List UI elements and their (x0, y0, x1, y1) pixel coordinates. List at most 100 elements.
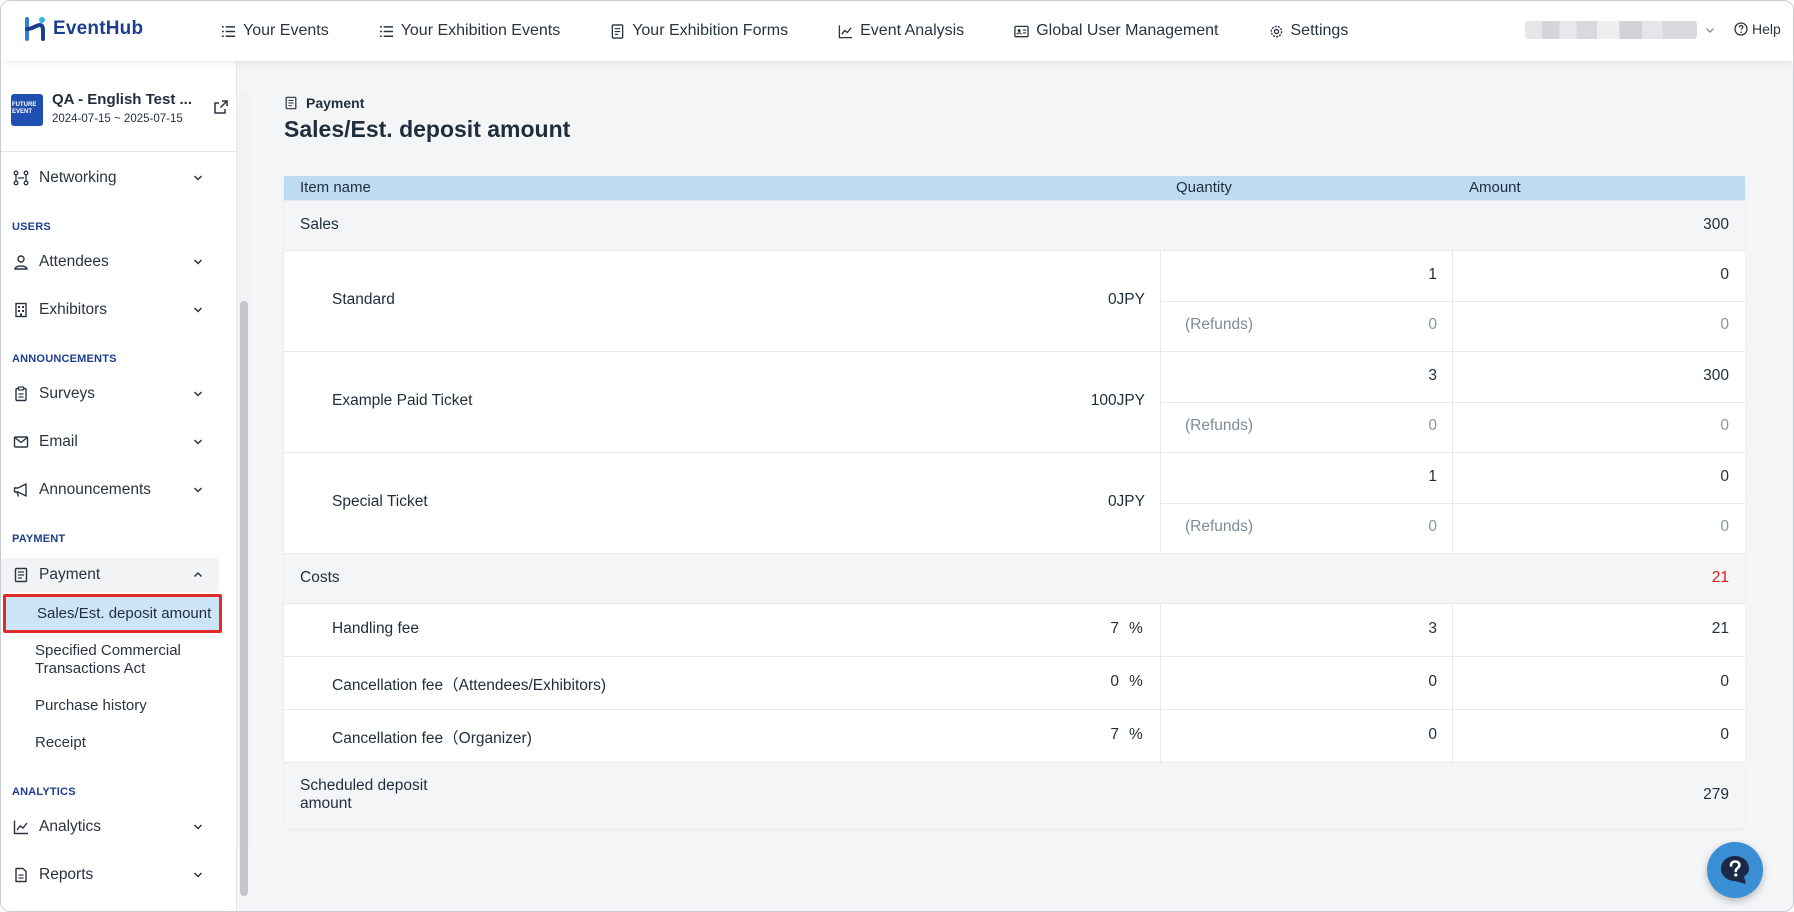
breadcrumb: Payment (284, 95, 364, 111)
group-amount: 21 (1711, 569, 1729, 586)
chevron-down-icon (193, 439, 203, 445)
help-chat-button[interactable] (1707, 842, 1763, 898)
fee-unit: % (1129, 673, 1143, 690)
user-icon (14, 255, 28, 270)
chevron-down-icon (193, 175, 203, 181)
sidebar-item-label: Networking (39, 169, 117, 186)
nav-event-analysis[interactable]: Event Analysis (838, 22, 964, 40)
item-name: Cancellation fee（Attendees/Exhibitors) (332, 677, 606, 694)
item-amount: 300 (1703, 367, 1729, 384)
group-label: Sales (300, 216, 339, 233)
deposit-label: Scheduled deposit amount (300, 777, 428, 813)
chart-icon (838, 24, 853, 38)
user-menu[interactable] (1525, 21, 1715, 39)
network-icon (13, 170, 29, 186)
nav-label: Event Analysis (860, 22, 965, 39)
event-thumbnail: FUTURE EVENT (11, 94, 43, 126)
item-quantity: 3 (1428, 367, 1437, 384)
nav-your-events[interactable]: Your Events (221, 22, 329, 40)
nav-settings[interactable]: Settings (1269, 22, 1348, 40)
table-row: Cancellation fee（Attendees/Exhibitors) 0… (284, 656, 1745, 709)
sidebar-subitem-purchase-history[interactable]: Purchase history (35, 697, 147, 715)
refund-amount: 0 (1720, 518, 1729, 535)
sidebar-item-networking[interactable]: Networking (1, 161, 219, 195)
chevron-down-icon (193, 307, 203, 313)
table-row: Example Paid Ticket 100JPY 3 300 (Refund… (284, 351, 1745, 452)
help-link[interactable]: Help (1734, 21, 1781, 37)
deposit-label-line: amount (300, 795, 352, 812)
chevron-down-icon (193, 487, 203, 493)
item-name: Example Paid Ticket (332, 392, 473, 409)
sidebar-item-label: Exhibitors (39, 301, 108, 318)
list-icon (221, 25, 236, 37)
megaphone-icon (13, 483, 27, 497)
sidebar-subitem-receipt[interactable]: Receipt (35, 734, 86, 752)
item-quantity: 0 (1428, 673, 1437, 690)
breadcrumb-label: Payment (306, 95, 365, 111)
nav-label: Your Exhibition Events (400, 22, 561, 39)
item-amount: 0 (1720, 468, 1729, 485)
group-amount: 300 (1703, 216, 1729, 233)
table-group-costs: Costs 21 (284, 553, 1745, 603)
nav-label: Your Events (243, 22, 329, 39)
deposit-label-line: Scheduled deposit (300, 777, 428, 794)
clipboard-icon (15, 386, 27, 402)
table-row: Cancellation fee（Organizer) 7 % 0 0 (284, 709, 1745, 762)
item-quantity: 1 (1428, 266, 1437, 283)
sidebar-scrollbar-thumb[interactable] (240, 301, 248, 896)
table-row: Handling fee 7 % 3 21 (284, 603, 1745, 656)
item-amount: 0 (1720, 266, 1729, 283)
sidebar-item-label: Surveys (39, 385, 95, 402)
chevron-down-icon (193, 259, 203, 265)
building-icon (15, 302, 27, 318)
sidebar-item-payment[interactable]: Payment (1, 558, 219, 592)
sidebar-item-email[interactable]: Email (1, 425, 219, 459)
item-price: 0JPY (1107, 493, 1145, 510)
sidebar-item-announcements[interactable]: Announcements (1, 473, 219, 507)
item-name: Standard (332, 291, 395, 308)
table-row-deposit-total: Scheduled deposit amount 279 (284, 762, 1745, 828)
receipt-icon (285, 96, 297, 110)
external-link-icon[interactable] (213, 99, 229, 115)
item-price: 0JPY (1107, 291, 1145, 308)
app-name: EventHub (53, 18, 144, 39)
column-header-quantity: Quantity (1176, 179, 1232, 196)
nav-label: Your Exhibition Forms (632, 22, 789, 39)
form-icon (611, 23, 624, 39)
nav-your-exhibition-forms[interactable]: Your Exhibition Forms (610, 22, 788, 40)
sidebar-item-analytics[interactable]: Analytics (1, 810, 219, 844)
refund-label: (Refunds) (1185, 518, 1254, 535)
chart-icon (13, 820, 28, 835)
item-amount: 0 (1720, 673, 1729, 690)
nav-global-user-management[interactable]: Global User Management (1014, 22, 1219, 40)
sidebar-section-payment: PAYMENT (12, 533, 66, 545)
item-name: Special Ticket (332, 493, 428, 510)
sidebar-section-analytics: ANALYTICS (12, 786, 76, 798)
chevron-down-icon (193, 824, 203, 830)
sidebar-item-reports[interactable]: Reports (1, 858, 219, 892)
sidebar-item-label: Reports (39, 866, 94, 883)
nav-your-exhibition-events[interactable]: Your Exhibition Events (379, 22, 561, 40)
sidebar-item-label: Announcements (39, 481, 152, 498)
report-icon (15, 867, 27, 883)
refund-amount: 0 (1720, 316, 1729, 333)
sidebar-item-surveys[interactable]: Surveys (1, 377, 219, 411)
sidebar-item-exhibitors[interactable]: Exhibitors (1, 293, 219, 327)
fee-unit: % (1129, 620, 1143, 637)
sidebar-divider (1, 151, 237, 152)
sidebar-subitem-label: Specified Commercial (35, 642, 181, 659)
column-header-amount: Amount (1469, 179, 1521, 196)
item-name: Handling fee (332, 620, 420, 637)
sidebar-subitem-commercial-transactions[interactable]: Specified Commercial Transactions Act (35, 642, 181, 678)
event-title: QA - English Test ... (52, 91, 193, 108)
event-dates: 2024-07-15 ~ 2025-07-15 (52, 113, 183, 125)
sidebar-item-attendees[interactable]: Attendees (1, 245, 219, 279)
refund-label: (Refunds) (1185, 417, 1254, 434)
app-window: EventHub Your Events Your Exhibition Eve… (0, 0, 1794, 912)
deposit-amount: 279 (1703, 786, 1729, 803)
app-logo[interactable]: EventHub (23, 16, 143, 42)
mail-icon (13, 436, 29, 448)
page-title: Sales/Est. deposit amount (284, 116, 571, 142)
eventhub-logo-icon (25, 17, 45, 41)
sidebar-subitem-sales-deposit[interactable]: Sales/Est. deposit amount (3, 594, 222, 633)
